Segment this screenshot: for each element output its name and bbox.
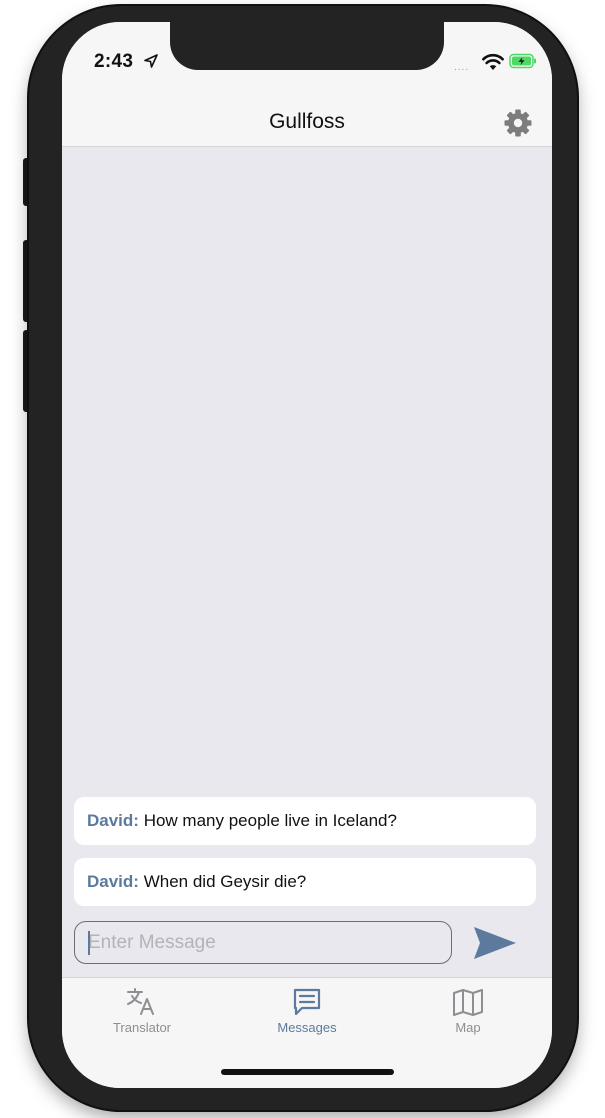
wifi-icon — [482, 54, 504, 70]
tab-label: Translator — [112, 1020, 172, 1035]
gear-icon — [504, 109, 532, 137]
message-icon — [293, 988, 321, 1016]
settings-button[interactable] — [502, 107, 534, 139]
message-bubble: David: When did Geysir die? — [74, 858, 536, 906]
signal-indicator: .... — [454, 62, 470, 73]
navigation-bar: Gullfoss — [62, 100, 552, 147]
send-icon — [474, 927, 516, 959]
tab-map[interactable]: Map — [408, 978, 528, 1042]
message-input-container — [74, 921, 452, 964]
screen: 2:43 .... Gullfoss David: How many peopl… — [62, 22, 552, 1088]
message-list[interactable] — [62, 147, 552, 977]
status-time: 2:43 — [94, 51, 134, 72]
message-input[interactable] — [75, 922, 451, 963]
tab-messages[interactable]: Messages — [247, 978, 367, 1042]
message-text: When did Geysir die? — [143, 872, 307, 891]
translate-icon — [127, 988, 154, 1015]
tab-translator[interactable]: Translator — [82, 978, 202, 1042]
tab-label: Map — [455, 1020, 481, 1035]
message-bubble: David: How many people live in Iceland? — [74, 797, 536, 845]
page-title: Gullfoss — [269, 110, 345, 133]
message-sender: David: — [87, 872, 139, 891]
message-text: How many people live in Iceland? — [143, 811, 397, 830]
send-button[interactable] — [472, 924, 518, 962]
map-icon — [453, 989, 483, 1016]
battery-charging-icon — [509, 53, 536, 69]
tab-label: Messages — [277, 1020, 337, 1035]
text-cursor — [88, 931, 90, 955]
device-frame: 2:43 .... Gullfoss David: How many peopl… — [7, 0, 604, 1110]
notch — [170, 22, 444, 70]
home-indicator[interactable] — [221, 1069, 394, 1075]
message-sender: David: — [87, 811, 139, 830]
location-arrow-icon — [144, 54, 158, 68]
